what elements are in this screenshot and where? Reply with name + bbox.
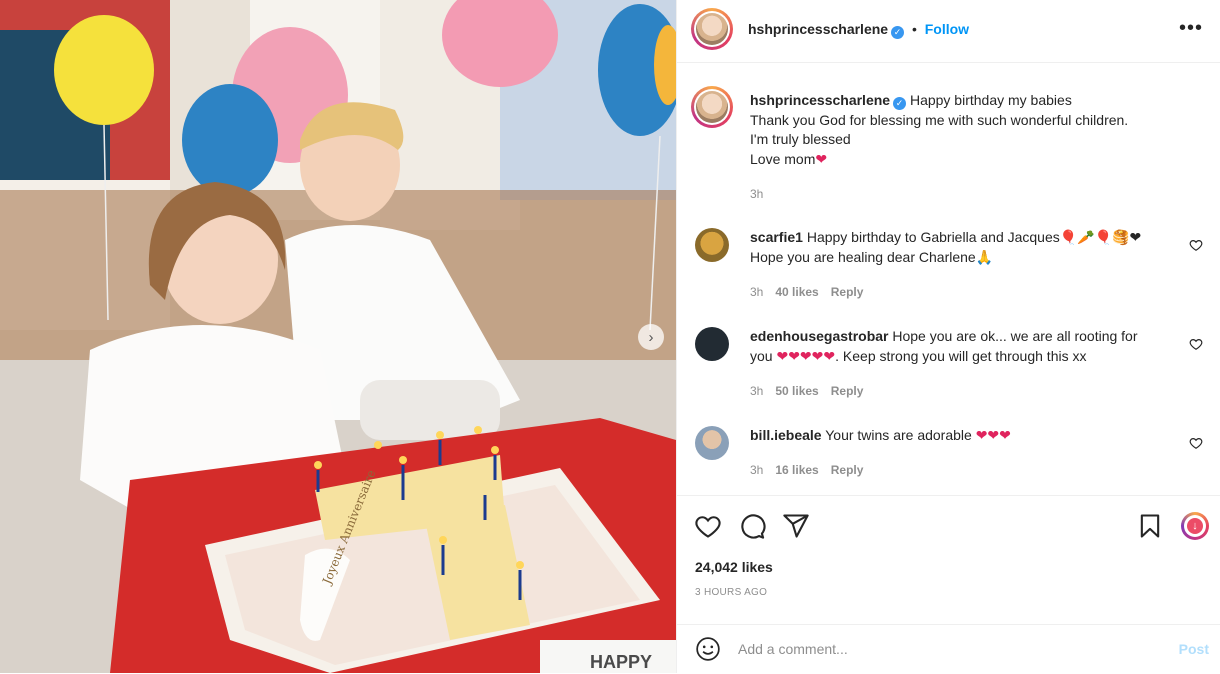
author-avatar[interactable] — [691, 8, 733, 50]
comment-line-2-prefix: you — [750, 347, 773, 364]
save-bookmark-icon[interactable] — [1136, 512, 1164, 540]
comment-input[interactable]: Add a comment... — [738, 641, 848, 657]
more-options-icon[interactable]: ••• — [1179, 17, 1203, 40]
comment-text: edenhousegastrobar Hope you are ok... we… — [750, 327, 1170, 366]
box-text: HAPPY — [590, 652, 652, 672]
instagram-post-view: Joyeux Anniversaire HAPPY › hshprincessc… — [0, 0, 1220, 673]
comment-meta: 3h 40 likes Reply — [750, 285, 863, 299]
like-heart-icon[interactable] — [694, 512, 722, 540]
comment-time[interactable]: 3h — [750, 285, 763, 299]
reply-button[interactable]: Reply — [831, 285, 864, 299]
caption-text: hshprincesscharlene ✓ Happy birthday my b… — [750, 91, 1170, 169]
like-comment-heart-icon[interactable] — [1189, 238, 1203, 252]
comment-likes[interactable]: 50 likes — [775, 384, 818, 398]
comment-bubble-icon[interactable] — [738, 512, 766, 540]
caption-meta: 3h — [750, 187, 763, 201]
like-comment-heart-icon[interactable] — [1189, 337, 1203, 351]
commenter-avatar[interactable] — [695, 228, 729, 262]
comment-item: bill.iebeale Your twins are adorable ❤❤❤… — [695, 426, 1203, 486]
emoji-sequence: 🎈🥕🎈🥞❤ — [1059, 229, 1142, 245]
caption: hshprincesscharlene ✓ Happy birthday my b… — [691, 86, 1195, 206]
comment-meta: 3h 16 likes Reply — [750, 463, 863, 477]
follow-button[interactable]: Follow — [925, 21, 969, 37]
post-timestamp[interactable]: 3 HOURS AGO — [695, 587, 767, 598]
reply-button[interactable]: Reply — [831, 384, 864, 398]
comment-line-2: . Keep strong you will get through this … — [835, 347, 1087, 364]
comment-line-1: Happy birthday to Gabriella and Jacques — [806, 229, 1060, 245]
caption-time[interactable]: 3h — [750, 187, 763, 201]
caption-line-1: Happy birthday my babies — [909, 92, 1072, 108]
birthday-photo-illustration: Joyeux Anniversaire HAPPY — [0, 0, 676, 673]
comment-username[interactable]: edenhousegastrobar — [750, 328, 888, 344]
comment-line-2: Hope you are healing dear Charlene — [750, 248, 976, 265]
chevron-right-icon: › — [648, 328, 654, 346]
caption-avatar[interactable] — [691, 86, 733, 128]
caption-line-2: Thank you God for blessing me with such … — [750, 111, 1129, 128]
comment-line-1: Your twins are adorable — [825, 427, 972, 443]
red-hearts-icon: ❤❤❤ — [975, 427, 1011, 443]
next-photo-button[interactable]: › — [638, 324, 664, 350]
comment-time[interactable]: 3h — [750, 384, 763, 398]
verified-badge-icon: ✓ — [891, 26, 905, 39]
comment-item: scarfie1 Happy birthday to Gabriella and… — [695, 228, 1203, 308]
author-username[interactable]: hshprincesscharlene — [748, 21, 888, 37]
comments-section: hshprincesscharlene ✓ Happy birthday my b… — [677, 64, 1220, 494]
download-extension-icon[interactable]: ↓ — [1181, 512, 1209, 540]
folded-hands-icon: 🙏 — [975, 248, 994, 265]
post-actions: ↓ 24,042 likes 3 HOURS AGO — [677, 495, 1220, 616]
comment-time[interactable]: 3h — [750, 463, 763, 477]
add-comment-bar: Add a comment... Post — [677, 624, 1220, 674]
separator-dot: • — [911, 21, 917, 37]
post-details-panel: hshprincesscharlene ✓ • Follow ••• hshpri… — [676, 0, 1220, 673]
header-user-line: hshprincesscharlene ✓ • Follow — [748, 21, 969, 39]
caption-line-4: Love mom — [750, 150, 816, 167]
emoji-smile-icon[interactable] — [695, 636, 721, 662]
post-comment-button[interactable]: Post — [1179, 641, 1209, 657]
comment-likes[interactable]: 40 likes — [775, 285, 818, 299]
comment-meta: 3h 50 likes Reply — [750, 384, 863, 398]
caption-line-3: I'm truly blessed — [750, 131, 851, 147]
comment-likes[interactable]: 16 likes — [775, 463, 818, 477]
post-header: hshprincesscharlene ✓ • Follow ••• — [677, 0, 1220, 63]
red-hearts-icon: ❤❤❤❤❤ — [776, 347, 836, 364]
reply-button[interactable]: Reply — [831, 463, 864, 477]
commenter-avatar[interactable] — [695, 327, 729, 361]
comment-text: bill.iebeale Your twins are adorable ❤❤❤ — [750, 426, 1170, 446]
comment-line-1: Hope you are ok... we are all rooting fo… — [892, 328, 1138, 344]
red-heart-icon: ❤ — [815, 150, 828, 167]
comment-text: scarfie1 Happy birthday to Gabriella and… — [750, 228, 1170, 267]
comment-item: edenhousegastrobar Hope you are ok... we… — [695, 327, 1203, 407]
comment-username[interactable]: scarfie1 — [750, 229, 803, 245]
caption-username[interactable]: hshprincesscharlene — [750, 92, 890, 108]
likes-count[interactable]: 24,042 likes — [695, 559, 773, 575]
verified-badge-icon: ✓ — [893, 97, 907, 110]
share-send-icon[interactable] — [782, 512, 810, 540]
like-comment-heart-icon[interactable] — [1189, 436, 1203, 450]
post-photo[interactable]: Joyeux Anniversaire HAPPY › — [0, 0, 676, 673]
commenter-avatar[interactable] — [695, 426, 729, 460]
comment-username[interactable]: bill.iebeale — [750, 427, 822, 443]
